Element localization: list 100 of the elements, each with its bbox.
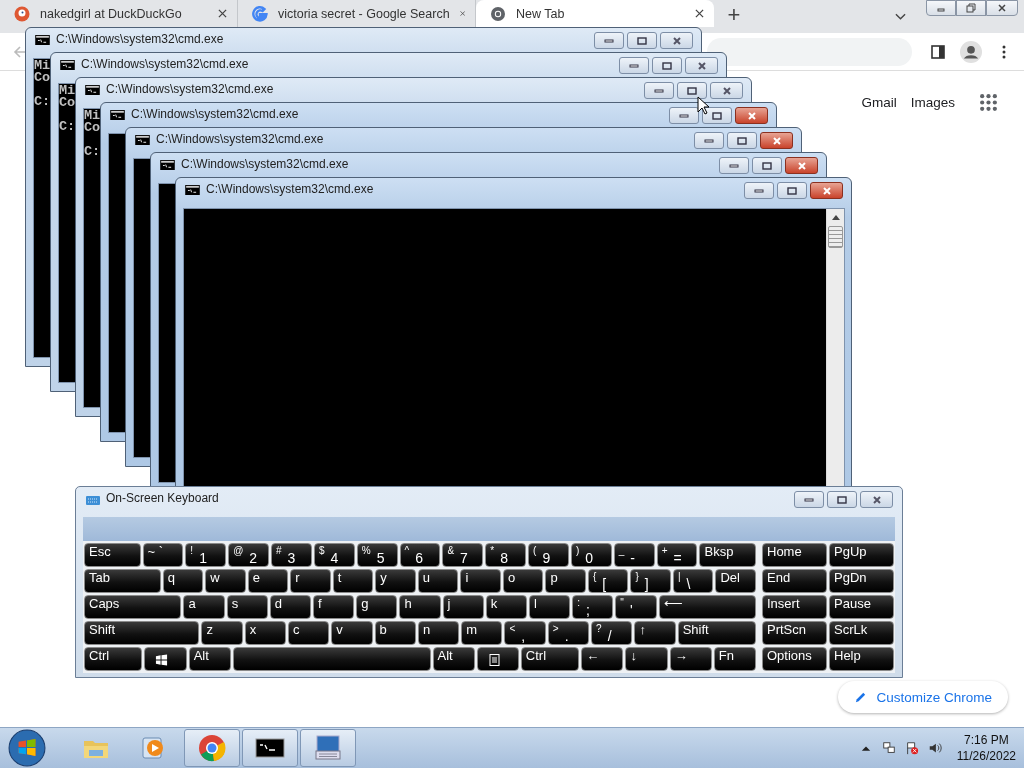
key[interactable]: Del bbox=[715, 569, 756, 593]
minimize-button[interactable] bbox=[744, 182, 774, 199]
maximize-button[interactable] bbox=[677, 82, 707, 99]
key[interactable]: * 8 bbox=[485, 543, 527, 567]
new-tab-button[interactable]: + bbox=[714, 0, 754, 30]
key[interactable]: Ctrl bbox=[520, 647, 580, 671]
speaker-icon[interactable] bbox=[927, 741, 942, 755]
key[interactable]: Caps bbox=[84, 595, 182, 619]
key[interactable]: { [ bbox=[587, 569, 629, 593]
key[interactable]: Ctrl bbox=[84, 647, 143, 671]
key[interactable]: i bbox=[460, 569, 501, 593]
key[interactable]: Shift bbox=[677, 621, 757, 645]
key[interactable]: w bbox=[205, 569, 246, 593]
chevron-down-icon[interactable] bbox=[895, 13, 906, 21]
key[interactable]: % 5 bbox=[356, 543, 398, 567]
key[interactable]: y bbox=[375, 569, 416, 593]
key[interactable]: ScrLk bbox=[829, 621, 894, 645]
key[interactable]: ^ 6 bbox=[399, 543, 441, 567]
minimize-button[interactable] bbox=[669, 107, 699, 124]
key[interactable]: Help bbox=[829, 647, 894, 671]
key[interactable]: ↓ bbox=[625, 647, 668, 671]
key[interactable]: End bbox=[762, 569, 827, 593]
key[interactable]: t bbox=[332, 569, 374, 593]
key[interactable] bbox=[476, 647, 519, 671]
key[interactable]: @ 2 bbox=[228, 543, 270, 567]
close-button[interactable] bbox=[860, 491, 893, 508]
minimize-button[interactable] bbox=[644, 82, 674, 99]
start-button[interactable] bbox=[8, 729, 46, 767]
close-icon[interactable] bbox=[695, 9, 704, 18]
key[interactable]: $ 4 bbox=[313, 543, 355, 567]
key[interactable]: k bbox=[485, 595, 527, 619]
minimize-button[interactable] bbox=[719, 157, 749, 174]
key[interactable]: d bbox=[269, 595, 312, 619]
key[interactable]: | \ bbox=[672, 569, 714, 593]
key[interactable]: o bbox=[502, 569, 544, 593]
close-button[interactable] bbox=[785, 157, 818, 174]
key[interactable]: ⟵ bbox=[658, 595, 757, 619]
key[interactable]: ! 1 bbox=[185, 543, 227, 567]
key[interactable]: Esc bbox=[84, 543, 141, 567]
key[interactable]: m bbox=[461, 621, 503, 645]
key[interactable]: q bbox=[162, 569, 204, 593]
key[interactable]: r bbox=[290, 569, 331, 593]
close-button[interactable] bbox=[710, 82, 743, 99]
back-arrow-icon[interactable] bbox=[12, 43, 28, 60]
network-icon[interactable] bbox=[881, 741, 896, 755]
close-button[interactable] bbox=[735, 107, 768, 124]
maximize-button[interactable] bbox=[652, 57, 682, 74]
key[interactable] bbox=[232, 647, 431, 671]
restore-button[interactable] bbox=[956, 0, 986, 16]
minimize-button[interactable] bbox=[794, 491, 824, 508]
header-link[interactable]: Images bbox=[910, 95, 955, 110]
maximize-button[interactable] bbox=[702, 107, 732, 124]
key[interactable]: > . bbox=[547, 621, 590, 645]
close-button[interactable] bbox=[685, 57, 718, 74]
maximize-button[interactable] bbox=[727, 132, 757, 149]
key[interactable]: : ; bbox=[572, 595, 614, 619]
key[interactable]: b bbox=[374, 621, 416, 645]
key[interactable]: ( 9 bbox=[528, 543, 569, 567]
key[interactable]: Home bbox=[762, 543, 827, 567]
key[interactable]: Options bbox=[762, 647, 827, 671]
profile-icon[interactable] bbox=[960, 40, 982, 63]
key[interactable]: j bbox=[442, 595, 484, 619]
key[interactable]: l bbox=[529, 595, 571, 619]
close-button[interactable] bbox=[760, 132, 793, 149]
taskbar-button[interactable] bbox=[242, 729, 298, 767]
key[interactable]: } ] bbox=[630, 569, 671, 593]
key[interactable]: Bksp bbox=[699, 543, 756, 567]
minimize-button[interactable] bbox=[694, 132, 724, 149]
key[interactable]: " ' bbox=[615, 595, 657, 619]
close-button[interactable] bbox=[986, 0, 1018, 16]
key[interactable]: ? / bbox=[591, 621, 633, 645]
maximize-button[interactable] bbox=[777, 182, 807, 199]
apps-grid-icon[interactable] bbox=[979, 93, 998, 112]
key[interactable]: u bbox=[417, 569, 459, 593]
key[interactable]: ) 0 bbox=[570, 543, 612, 567]
key[interactable]: → bbox=[669, 647, 712, 671]
key[interactable]: f bbox=[313, 595, 355, 619]
key[interactable]: _ - bbox=[613, 543, 655, 567]
minimize-button[interactable] bbox=[594, 32, 624, 49]
key[interactable]: Insert bbox=[762, 595, 827, 619]
header-link[interactable]: Gmail bbox=[861, 95, 897, 110]
scroll-up-arrow-icon[interactable] bbox=[831, 215, 840, 220]
key[interactable] bbox=[144, 647, 187, 671]
key[interactable]: Shift bbox=[84, 621, 200, 645]
minimize-button[interactable] bbox=[926, 0, 956, 16]
key[interactable]: c bbox=[288, 621, 330, 645]
close-icon[interactable] bbox=[218, 9, 227, 18]
maximize-button[interactable] bbox=[827, 491, 857, 508]
browser-tab[interactable]: New Tab bbox=[476, 0, 714, 27]
key[interactable]: n bbox=[417, 621, 460, 645]
key[interactable]: g bbox=[356, 595, 398, 619]
key[interactable]: # 3 bbox=[271, 543, 312, 567]
close-button[interactable] bbox=[660, 32, 693, 49]
key[interactable]: Alt bbox=[432, 647, 475, 671]
minimize-button[interactable] bbox=[619, 57, 649, 74]
key[interactable]: PgDn bbox=[829, 569, 894, 593]
maximize-button[interactable] bbox=[752, 157, 782, 174]
key[interactable]: h bbox=[399, 595, 441, 619]
customize-chrome-button[interactable]: Customize Chrome bbox=[838, 681, 1008, 713]
close-button[interactable] bbox=[810, 182, 843, 199]
